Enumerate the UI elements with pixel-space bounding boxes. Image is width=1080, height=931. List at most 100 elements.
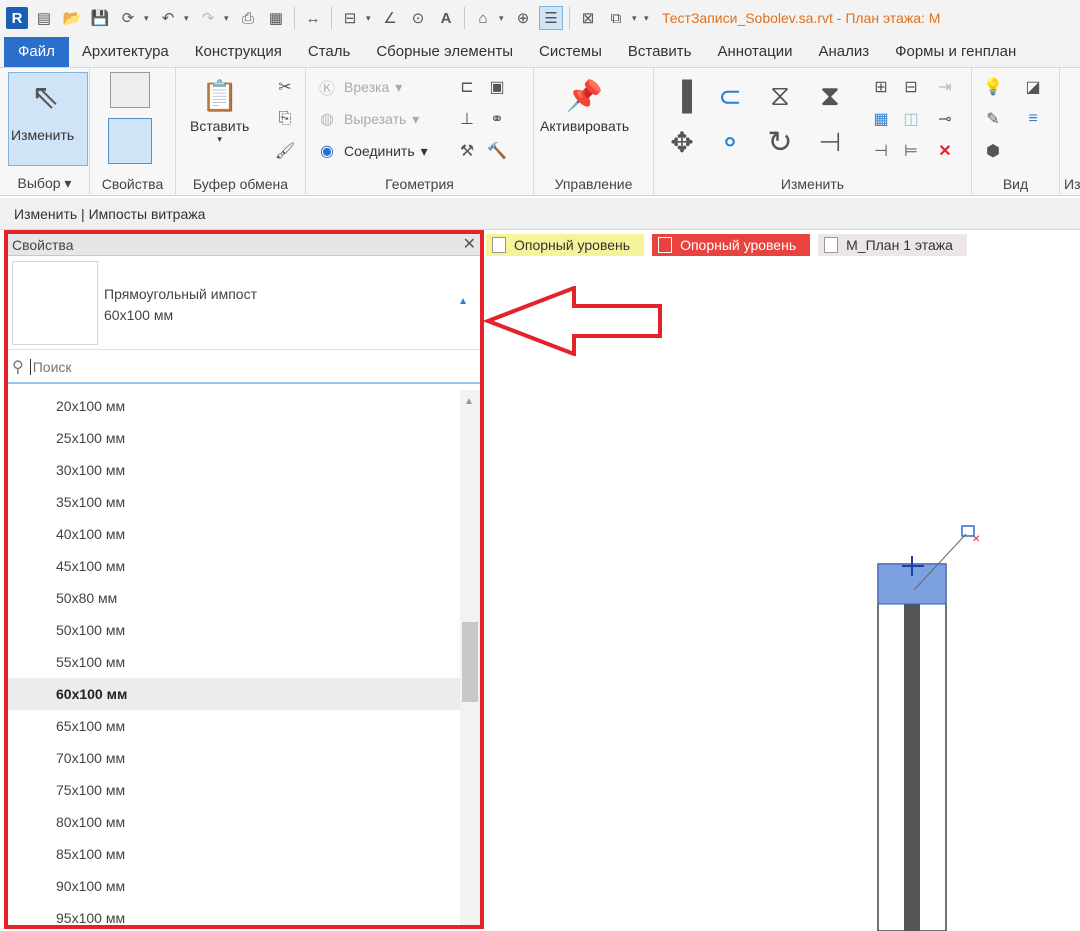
- list-item[interactable]: 20x100 мм: [8, 390, 460, 422]
- type-selector[interactable]: Прямоугольный импост 60x100 мм ▲: [8, 256, 480, 350]
- list-item[interactable]: 25x100 мм: [8, 422, 460, 454]
- dimension-icon[interactable]: ⊟: [338, 6, 362, 30]
- tab-analyze[interactable]: Анализ: [805, 37, 882, 67]
- match-properties-icon[interactable]: 🖌: [274, 140, 296, 162]
- tab-view-ref-level-1[interactable]: Опорный уровень: [486, 234, 645, 256]
- pin-element-icon[interactable]: ⊸: [934, 108, 956, 130]
- override-graphics-icon[interactable]: 💡: [982, 76, 1004, 98]
- sync-dropdown-icon[interactable]: ▾: [144, 13, 152, 24]
- copy-element-icon[interactable]: ⚬: [710, 124, 750, 160]
- filter-icon[interactable]: ≡: [1022, 108, 1044, 130]
- switch-windows-icon[interactable]: ⧉: [604, 6, 628, 30]
- scrollbar[interactable]: ▲: [460, 390, 480, 925]
- revit-logo-icon[interactable]: R: [6, 7, 28, 29]
- close-hidden-icon[interactable]: ⊠: [576, 6, 600, 30]
- type-properties-icon[interactable]: [110, 72, 150, 108]
- offset-icon[interactable]: ⊂: [710, 78, 750, 114]
- list-item[interactable]: 85x100 мм: [8, 838, 460, 870]
- tab-structure[interactable]: Конструкция: [182, 37, 295, 67]
- beam-join-icon[interactable]: ⊥: [456, 108, 478, 130]
- chevron-up-icon[interactable]: ▲: [458, 296, 468, 307]
- schedule-icon[interactable]: ▦: [264, 6, 288, 30]
- undo-icon[interactable]: ↶: [156, 6, 180, 30]
- array-icon[interactable]: ▦: [870, 108, 892, 130]
- linework-icon[interactable]: ✎: [982, 108, 1004, 130]
- tab-steel[interactable]: Сталь: [295, 37, 363, 67]
- list-item[interactable]: 65x100 мм: [8, 710, 460, 742]
- list-item[interactable]: 70x100 мм: [8, 742, 460, 774]
- scroll-up-icon[interactable]: ▲: [464, 396, 474, 407]
- paste-button[interactable]: 📋 Вставить ▾: [190, 74, 249, 145]
- redo-dropdown-icon[interactable]: ▾: [224, 13, 232, 24]
- properties-icon[interactable]: [108, 118, 152, 164]
- delete-icon[interactable]: ✕: [934, 140, 956, 162]
- list-item[interactable]: 50x80 мм: [8, 582, 460, 614]
- trim-multiple-icon[interactable]: ⊣: [870, 140, 892, 162]
- drawing-canvas[interactable]: [486, 260, 1080, 931]
- list-item[interactable]: 50x100 мм: [8, 614, 460, 646]
- close-icon[interactable]: ✕: [463, 234, 476, 256]
- modify-button[interactable]: ⇖ Изменить: [8, 72, 88, 166]
- cut-icon[interactable]: ✂: [274, 76, 296, 98]
- hammer-icon[interactable]: 🔨: [486, 140, 508, 162]
- list-item[interactable]: 60x100 мм: [8, 678, 460, 710]
- move-icon[interactable]: ✥: [664, 124, 700, 160]
- cut-geometry-button[interactable]: ◍ Вырезать ▾: [316, 108, 419, 130]
- menu-icon[interactable]: ▤: [32, 6, 56, 30]
- tag-icon[interactable]: ⊙: [406, 6, 430, 30]
- switch-dropdown-icon[interactable]: ▾: [632, 13, 640, 24]
- open-icon[interactable]: 📂: [60, 6, 84, 30]
- tab-precast[interactable]: Сборные элементы: [363, 37, 526, 67]
- tab-insert[interactable]: Вставить: [615, 37, 705, 67]
- rotate-icon[interactable]: ↻: [760, 124, 800, 160]
- join-button[interactable]: ◉ Соединить ▾: [316, 140, 428, 162]
- wall-joins-icon[interactable]: ⊏: [456, 76, 478, 98]
- sync-icon[interactable]: ⟳: [116, 6, 140, 30]
- align-icon[interactable]: ▐: [664, 78, 700, 114]
- measure-icon[interactable]: ↔: [301, 6, 325, 30]
- home-icon[interactable]: ⌂: [471, 6, 495, 30]
- tab-architecture[interactable]: Архитектура: [69, 37, 182, 67]
- demolish-icon[interactable]: ⚒: [456, 140, 478, 162]
- redo-icon[interactable]: ↷: [196, 6, 220, 30]
- list-item[interactable]: 55x100 мм: [8, 646, 460, 678]
- dimension-dropdown-icon[interactable]: ▾: [366, 13, 374, 24]
- trim-single-icon[interactable]: ⊨: [900, 140, 922, 162]
- list-item[interactable]: 45x100 мм: [8, 550, 460, 582]
- unpin-icon[interactable]: ⇥: [934, 76, 956, 98]
- tab-view-ref-level-2[interactable]: Опорный уровень: [652, 234, 811, 256]
- print-icon[interactable]: ⎙: [236, 6, 260, 30]
- view-cube-icon[interactable]: ◪: [1022, 76, 1044, 98]
- text-icon[interactable]: A: [434, 6, 458, 30]
- trim-extend-icon[interactable]: ⊣: [810, 124, 850, 160]
- list-item[interactable]: 80x100 мм: [8, 806, 460, 838]
- tab-massing-site[interactable]: Формы и генплан: [882, 37, 1029, 67]
- section-icon[interactable]: ⊕: [511, 6, 535, 30]
- home-dropdown-icon[interactable]: ▾: [499, 13, 507, 24]
- hide-icon[interactable]: ⬢: [982, 140, 1004, 162]
- tab-systems[interactable]: Системы: [526, 37, 615, 67]
- tab-file[interactable]: Файл: [4, 37, 69, 67]
- split-icon[interactable]: ⊞: [870, 76, 892, 98]
- list-item[interactable]: 35x100 мм: [8, 486, 460, 518]
- tab-annotate[interactable]: Аннотации: [704, 37, 805, 67]
- thin-lines-icon[interactable]: ☰: [539, 6, 563, 30]
- undo-dropdown-icon[interactable]: ▾: [184, 13, 192, 24]
- cope-button[interactable]: Ⓚ Врезка ▾: [316, 76, 402, 99]
- list-item[interactable]: 40x100 мм: [8, 518, 460, 550]
- activate-button[interactable]: 📌 Активировать: [540, 74, 629, 135]
- list-item[interactable]: 95x100 мм: [8, 902, 460, 925]
- copy-icon[interactable]: ⎘: [274, 108, 296, 130]
- split-gap-icon[interactable]: ⊟: [900, 76, 922, 98]
- list-item[interactable]: 90x100 мм: [8, 870, 460, 902]
- list-item[interactable]: 30x100 мм: [8, 454, 460, 486]
- mirror-axis-icon[interactable]: ⧖: [760, 78, 800, 114]
- scroll-thumb[interactable]: [462, 622, 478, 702]
- customize-qat-icon[interactable]: ▾: [644, 13, 652, 24]
- list-item[interactable]: 75x100 мм: [8, 774, 460, 806]
- mirror-draw-icon[interactable]: ⧗: [810, 78, 850, 114]
- save-icon[interactable]: 💾: [88, 6, 112, 30]
- angle-icon[interactable]: ∠: [378, 6, 402, 30]
- paint-icon[interactable]: ⚭: [486, 108, 508, 130]
- tab-view-floor-plan[interactable]: M_План 1 этажа: [818, 234, 967, 256]
